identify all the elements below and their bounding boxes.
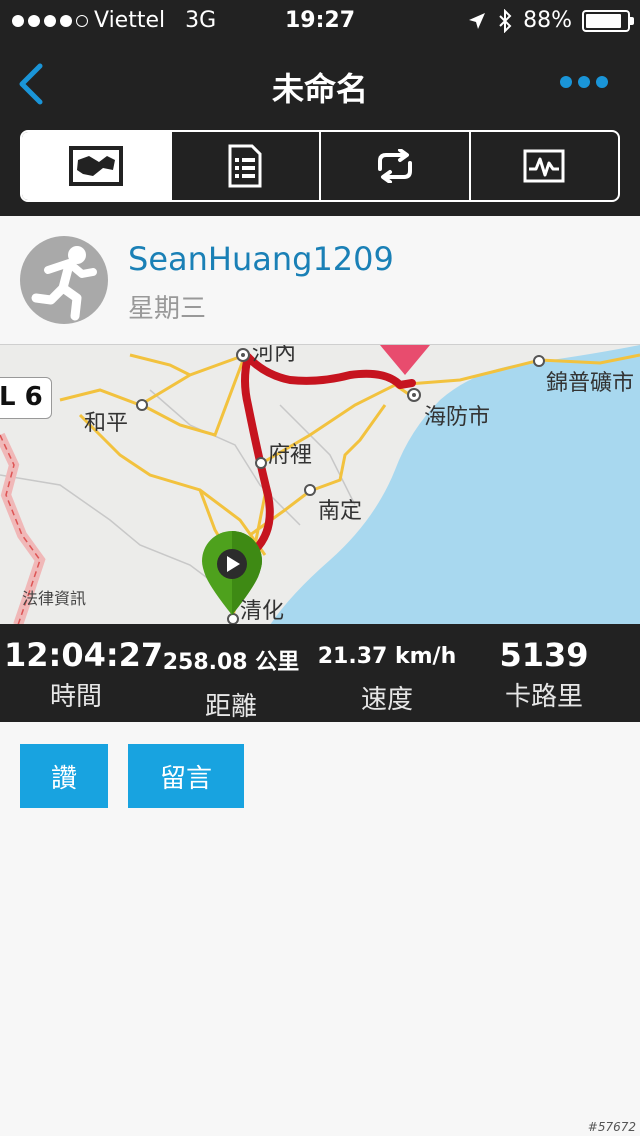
tab-charts[interactable] [471, 132, 619, 200]
segmented-control [20, 130, 620, 202]
stat-distance-label: 距離 [204, 692, 257, 722]
map-label-phu-ly: 府裡 [268, 443, 313, 468]
more-dots-icon [560, 76, 572, 88]
navigation-bar: 未命名 [0, 40, 640, 128]
avatar[interactable] [20, 236, 108, 324]
username-link[interactable]: SeanHuang1209 [128, 240, 394, 278]
stat-distance: 258.08 公里 距離 [156, 644, 306, 723]
tab-details[interactable] [172, 132, 321, 200]
stat-calories-value: 5139 [499, 636, 589, 674]
stat-time-label: 時間 [49, 682, 102, 712]
stat-speed: 21.37 km/h 速度 [312, 644, 462, 716]
map-icon [68, 146, 123, 186]
image-watermark: #57672 [587, 1120, 636, 1134]
more-button[interactable] [560, 76, 608, 88]
page-title: 未命名 [271, 70, 368, 108]
runner-icon [31, 246, 97, 321]
stat-time: 12:04:27 時間 [4, 636, 164, 713]
tab-map[interactable] [22, 132, 172, 200]
route-shield-badge: L 6 [0, 377, 52, 419]
stat-speed-value: 21.37 km/h [317, 644, 457, 669]
activity-header: SeanHuang1209 星期三 [0, 216, 640, 344]
status-bar: Viettel 3G 19:27 88% [0, 0, 640, 40]
stat-time-value: 12:04:27 [4, 636, 164, 674]
location-arrow-icon [469, 12, 486, 29]
stat-speed-label: 速度 [360, 685, 413, 715]
legal-info-link[interactable]: 法律資訊 [22, 585, 86, 609]
battery-percent: 88% [523, 8, 572, 33]
comment-button[interactable]: 留言 [128, 744, 244, 808]
bluetooth-icon [499, 8, 512, 33]
like-button[interactable]: 讚 [20, 744, 108, 808]
map-label-hoa-binh: 和平 [84, 411, 129, 436]
map-label-cam-pha: 錦普礦市 [546, 371, 635, 396]
map-label-nam-dinh: 南定 [318, 499, 363, 524]
repeat-icon [377, 149, 412, 183]
activity-date: 星期三 [128, 294, 207, 324]
list-document-icon [228, 144, 262, 188]
stat-calories: 5139 卡路里 [486, 636, 602, 713]
segmented-control-bar [0, 128, 640, 216]
map-label-hai-phong: 海防市 [424, 405, 491, 430]
activity-chart-icon [523, 149, 565, 183]
stats-panel: 12:04:27 時間 258.08 公里 距離 21.37 km/h 速度 5… [0, 624, 640, 722]
route-map[interactable]: 河內 和平 府裡 南定 海防市 錦普礦市 清化 L 6 法律資訊 [0, 344, 640, 624]
stat-distance-value: 258.08 公里 [162, 650, 300, 675]
stat-calories-label: 卡路里 [504, 682, 583, 712]
battery-icon [582, 9, 634, 32]
map-canvas [0, 345, 640, 624]
map-label-thanh-hoa: 清化 [240, 599, 285, 624]
map-label-partial-top: 河內 [252, 344, 297, 366]
status-right: 88% [467, 8, 634, 33]
tab-laps[interactable] [321, 132, 471, 200]
